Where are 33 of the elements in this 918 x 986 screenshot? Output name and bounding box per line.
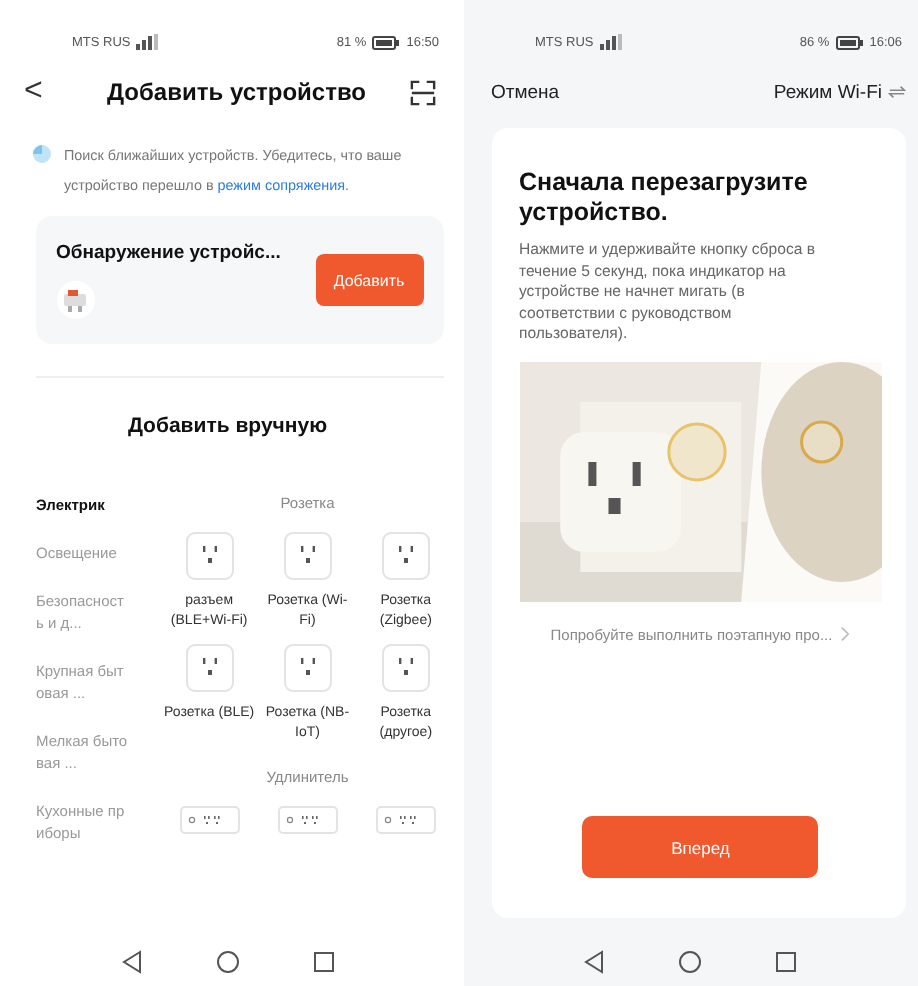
section-heading: Добавить вручную	[125, 414, 330, 438]
power-strip-icon[interactable]	[179, 806, 240, 834]
screen-title: Добавить устройство	[104, 78, 368, 106]
add-button[interactable]: Добавить	[315, 254, 423, 306]
battery-icon	[835, 35, 864, 49]
home-nav-icon[interactable]	[678, 950, 703, 974]
scan-icon[interactable]	[409, 79, 435, 105]
signal-icon	[136, 34, 161, 50]
recents-nav-icon[interactable]	[774, 950, 799, 974]
radar-icon	[32, 144, 52, 164]
socket-icon[interactable]	[381, 532, 430, 580]
socket-icon[interactable]	[185, 532, 234, 580]
chevron-right-icon	[840, 626, 851, 642]
discovery-title: Обнаружение устройс...	[56, 241, 283, 263]
wifi-mode-button[interactable]: Режим Wi-Fi	[773, 81, 906, 103]
socket-icon[interactable]	[185, 644, 234, 692]
signal-icon	[599, 34, 624, 50]
recents-nav-icon[interactable]	[311, 950, 336, 974]
socket-icon[interactable]	[381, 644, 430, 692]
instruction-title: Сначала перезагрузите устройство.	[519, 168, 810, 228]
power-strip-icon[interactable]	[277, 806, 338, 834]
cancel-button[interactable]: Отмена	[491, 81, 560, 103]
home-nav-icon[interactable]	[215, 950, 240, 974]
power-strip-icon[interactable]	[375, 806, 436, 834]
switch-icon	[888, 84, 906, 100]
back-button[interactable]: <	[24, 74, 64, 110]
next-button[interactable]: Вперед	[582, 816, 819, 878]
socket-icon[interactable]	[283, 644, 332, 692]
back-nav-icon[interactable]	[119, 950, 144, 974]
device-icon	[56, 279, 96, 319]
battery-icon	[372, 35, 401, 49]
socket-icon[interactable]	[283, 532, 332, 580]
back-nav-icon[interactable]	[582, 950, 607, 974]
